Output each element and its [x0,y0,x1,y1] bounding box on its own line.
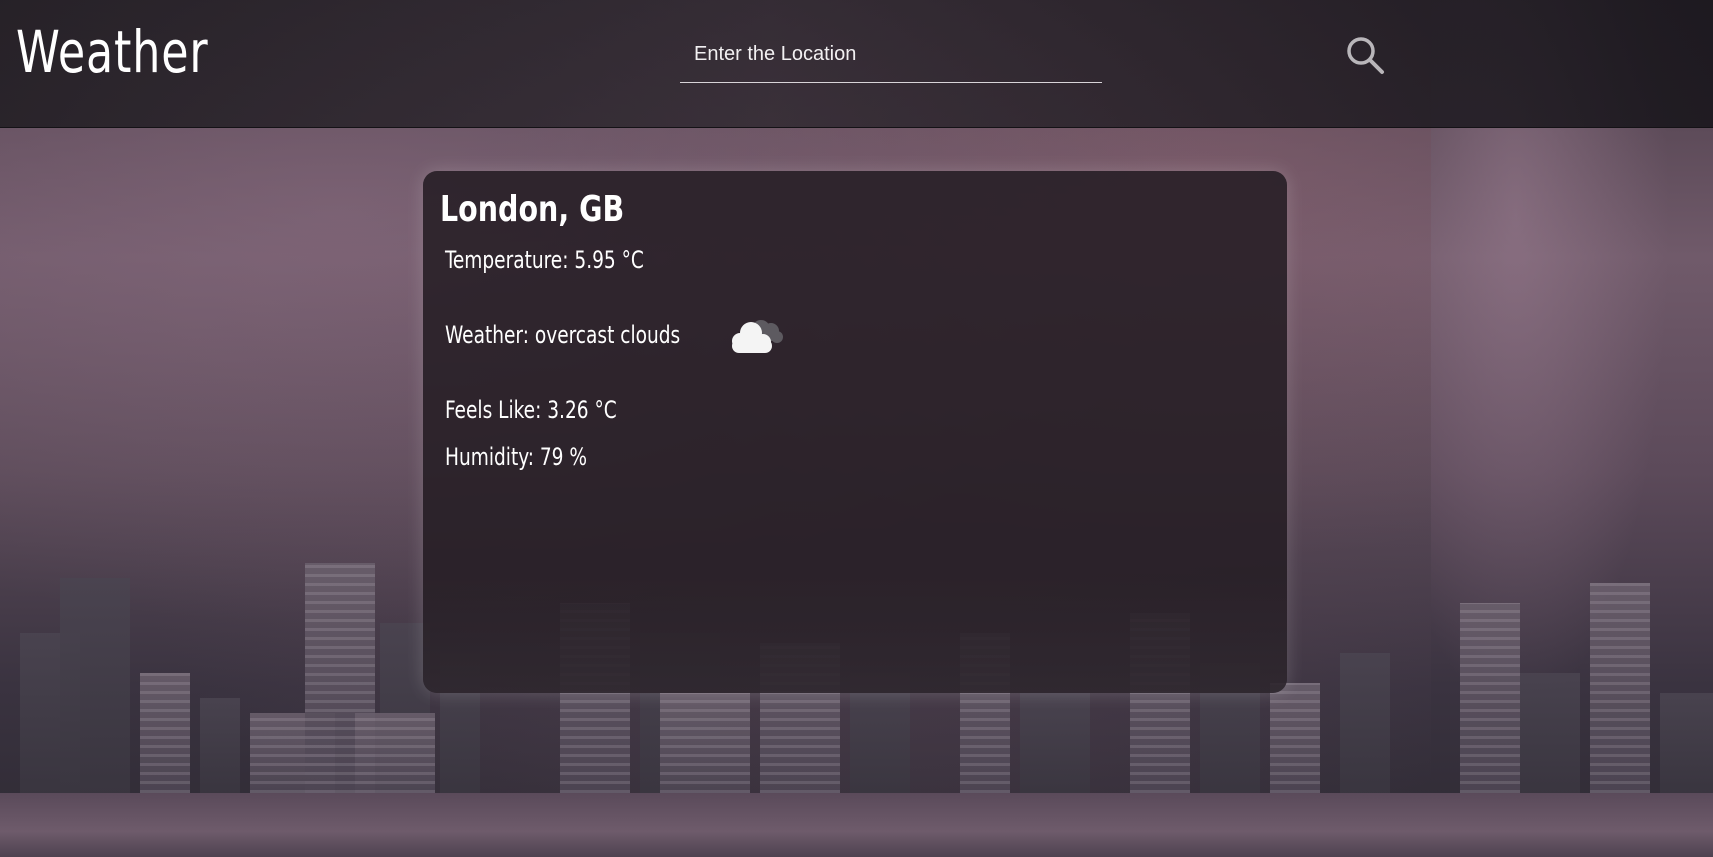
humidity-text: Humidity: 79 % [445,443,588,471]
location-search-input[interactable] [680,28,1102,80]
app-logo: Weather [16,18,209,86]
overcast-clouds-icon [732,320,783,353]
city-name: London, GB [440,189,625,230]
feels-like-text: Feels Like: 3.26 °C [445,396,617,424]
search-icon [1347,37,1384,74]
card-bottom-fade [423,573,1287,693]
temperature-text: Temperature: 5.95 °C [445,246,644,274]
search-button[interactable] [1344,34,1386,76]
background-bottom-band [0,793,1713,857]
search-field [680,28,1102,83]
top-bar: Weather [0,0,1713,128]
weather-description: Weather: overcast clouds [445,321,681,349]
weather-card: London, GB Temperature: 5.95 °C Weather:… [423,171,1287,693]
app-background: Weather London, GB Temperature: 5.95 °C … [0,0,1713,857]
